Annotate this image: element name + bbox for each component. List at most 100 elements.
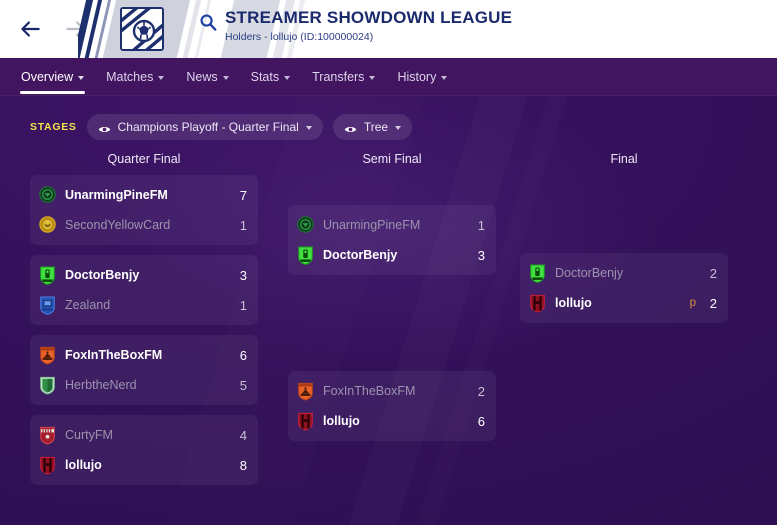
- stage-filter-value: Champions Playoff - Quarter Final: [117, 120, 299, 134]
- nav-tab-history[interactable]: History: [386, 58, 458, 96]
- nav-tab-label: Transfers: [312, 69, 365, 84]
- page-title: STREAMER SHOWDOWN LEAGUE: [225, 8, 513, 27]
- team-score: 1: [239, 217, 247, 233]
- badge-doctorbenjy-icon: [39, 265, 56, 285]
- team-score: 6: [239, 347, 247, 363]
- nav-tab-transfers[interactable]: Transfers: [301, 58, 386, 96]
- team-score: 8: [239, 457, 247, 473]
- match-team-row[interactable]: DoctorBenjy 2: [520, 258, 728, 288]
- team-name: DoctorBenjy: [323, 248, 398, 262]
- eye-icon: [344, 123, 357, 132]
- chevron-down-icon: [305, 126, 312, 130]
- team-score: 5: [239, 377, 247, 393]
- team-name: CurtyFM: [65, 428, 113, 442]
- team-name: UnarmingPineFM: [65, 188, 168, 202]
- team-name: DoctorBenjy: [65, 268, 140, 282]
- league-holders-subtitle: Holders - lollujo (ID:100000024): [225, 31, 374, 43]
- team-score: 3: [239, 267, 247, 283]
- chevron-down-icon: [395, 126, 402, 130]
- search-icon[interactable]: [199, 8, 225, 36]
- nav-tab-stats[interactable]: Stats: [240, 58, 302, 96]
- badge-unarmingpinefm-icon: [39, 185, 56, 205]
- chevron-down-icon: [369, 75, 376, 80]
- tournament-bracket: Quarter Final UnarmingPineFM 7 SecondYell…: [0, 140, 777, 485]
- badge-foxintheboxfm-icon: [39, 346, 56, 365]
- match-team-row[interactable]: CurtyFM 4: [30, 420, 258, 450]
- team-score: 2: [477, 383, 485, 399]
- stage-filter-dropdown[interactable]: Champions Playoff - Quarter Final: [86, 114, 323, 140]
- match-card[interactable]: CurtyFM 4 lollujo 8: [30, 415, 258, 485]
- match-team-row[interactable]: FoxInTheBoxFM 2: [288, 376, 496, 406]
- team-name: FoxInTheBoxFM: [323, 384, 416, 398]
- badge-unarmingpinefm-icon: [297, 215, 314, 235]
- team-name: lollujo: [555, 296, 592, 310]
- title-bar: STREAMER SHOWDOWN LEAGUE Holders - lollu…: [0, 0, 777, 58]
- stages-filter-row: STAGES Champions Playoff - Quarter Final…: [0, 96, 777, 140]
- badge-lollujo-icon: [529, 294, 546, 313]
- chevron-down-icon: [441, 75, 448, 80]
- team-score: 1: [239, 297, 247, 313]
- team-score: 6: [477, 413, 485, 429]
- league-crest-icon: [120, 7, 164, 51]
- team-score: 1: [477, 217, 485, 233]
- match-team-row[interactable]: UnarmingPineFM 7: [30, 180, 258, 210]
- match-card[interactable]: FoxInTheBoxFM 6 HerbtheNerd 5: [30, 335, 258, 405]
- nav-tab-overview[interactable]: Overview: [10, 58, 95, 96]
- team-name: HerbtheNerd: [65, 378, 137, 392]
- badge-foxintheboxfm-icon: [297, 382, 314, 401]
- badge-lollujo-icon: [297, 412, 314, 431]
- view-mode-dropdown[interactable]: Tree: [332, 114, 413, 140]
- team-name: lollujo: [65, 458, 102, 472]
- round-title: Final: [610, 152, 638, 166]
- round-title: Quarter Final: [107, 152, 181, 166]
- nav-tab-news[interactable]: News: [175, 58, 239, 96]
- chevron-down-icon: [158, 75, 165, 80]
- badge-herbthenerd-icon: [39, 376, 56, 395]
- team-name: lollujo: [323, 414, 360, 428]
- match-team-row[interactable]: FoxInTheBoxFM 6: [30, 340, 258, 370]
- main-navigation: Overview Matches News Stats Transfers History: [0, 58, 777, 96]
- round-title: Semi Final: [362, 152, 422, 166]
- badge-lollujo-icon: [39, 456, 56, 475]
- nav-tab-label: News: [186, 69, 218, 84]
- bracket-round-final: Final DoctorBenjy 2 lollujo p 2: [510, 152, 738, 485]
- match-card[interactable]: FoxInTheBoxFM 2 lollujo 6: [288, 371, 496, 441]
- bracket-round-quarter-final: Quarter Final UnarmingPineFM 7 SecondYell…: [20, 152, 268, 485]
- penalty-shootout-marker: p: [689, 297, 696, 309]
- team-name: SecondYellowCard: [65, 218, 171, 232]
- team-score: 4: [239, 427, 247, 443]
- match-team-row[interactable]: lollujo 8: [30, 450, 258, 480]
- chevron-down-icon: [78, 75, 85, 80]
- match-card[interactable]: DoctorBenjy 3 Zealand 1: [30, 255, 258, 325]
- nav-tab-label: History: [397, 69, 437, 84]
- chevron-down-icon: [284, 75, 291, 80]
- team-name: Zealand: [65, 298, 111, 312]
- match-team-row[interactable]: SecondYellowCard 1: [30, 210, 258, 240]
- team-name: UnarmingPineFM: [323, 218, 421, 232]
- nav-tab-matches[interactable]: Matches: [95, 58, 175, 96]
- team-score: 3: [477, 247, 485, 263]
- match-team-row[interactable]: lollujo 6: [288, 406, 496, 436]
- back-arrow-icon[interactable]: [17, 16, 43, 42]
- chevron-down-icon: [222, 75, 229, 80]
- team-name: DoctorBenjy: [555, 266, 624, 280]
- match-team-row[interactable]: UnarmingPineFM 1: [288, 210, 496, 240]
- match-team-row[interactable]: Zealand 1: [30, 290, 258, 320]
- badge-doctorbenjy-icon: [297, 245, 314, 265]
- match-team-row[interactable]: lollujo p 2: [520, 288, 728, 318]
- stages-label: STAGES: [30, 121, 77, 133]
- team-score: 2: [709, 295, 717, 311]
- badge-curtyfm-icon: [39, 426, 56, 445]
- match-team-row[interactable]: DoctorBenjy 3: [30, 260, 258, 290]
- bracket-round-semi-final: Semi Final UnarmingPineFM 1 DoctorBenjy 3 …: [278, 152, 506, 485]
- league-title-block: STREAMER SHOWDOWN LEAGUE Holders - lollu…: [199, 8, 512, 44]
- match-team-row[interactable]: HerbtheNerd 5: [30, 370, 258, 400]
- eye-icon: [98, 123, 111, 132]
- match-team-row[interactable]: DoctorBenjy 3: [288, 240, 496, 270]
- match-card[interactable]: UnarmingPineFM 1 DoctorBenjy 3: [288, 205, 496, 275]
- view-mode-value: Tree: [363, 120, 389, 134]
- match-card[interactable]: UnarmingPineFM 7 SecondYellowCard 1: [30, 175, 258, 245]
- team-name: FoxInTheBoxFM: [65, 348, 163, 362]
- match-card[interactable]: DoctorBenjy 2 lollujo p 2: [520, 253, 728, 323]
- nav-tab-label: Overview: [21, 69, 74, 84]
